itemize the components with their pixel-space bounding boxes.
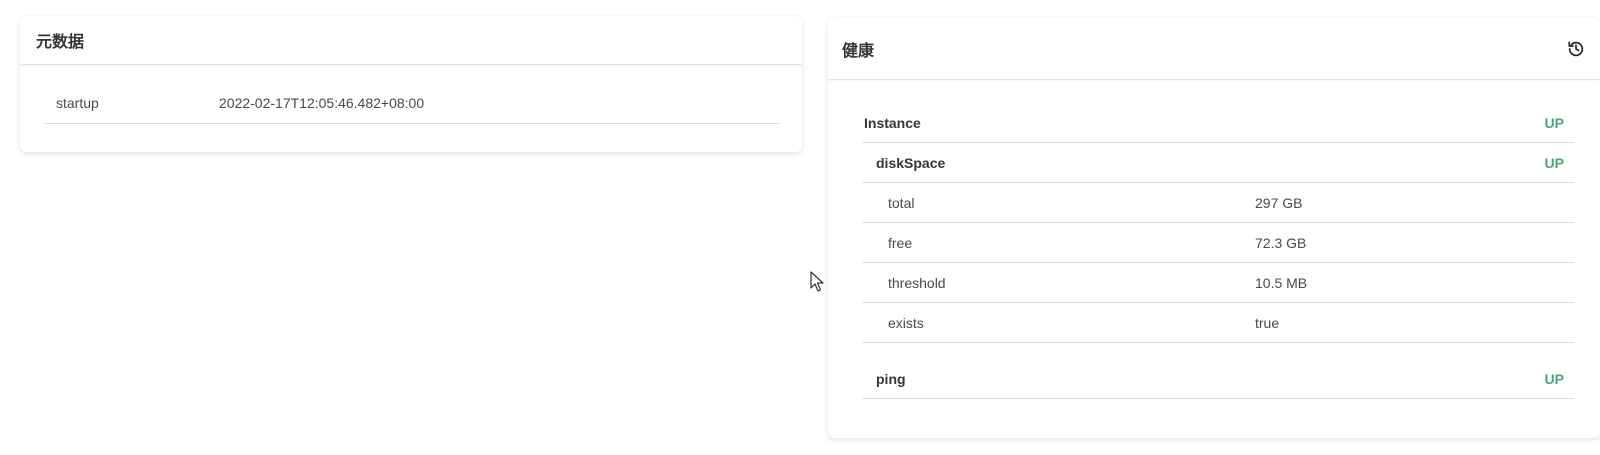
page: 元数据 startup 2022-02-17T12:05:46.482+08:0…	[0, 0, 1600, 455]
detail-row-total: total 297 GB	[862, 183, 1574, 223]
health-card: 健康 Instance UP diskSpace UP total 297 GB…	[828, 18, 1600, 438]
metadata-title: 元数据	[36, 34, 85, 51]
detail-key: threshold	[888, 274, 946, 291]
mouse-cursor-icon	[810, 271, 824, 292]
metadata-card-header: 元数据	[20, 16, 802, 65]
detail-row-exists: exists true	[862, 303, 1574, 343]
health-card-header: 健康	[828, 18, 1600, 80]
detail-value: 72.3 GB	[1255, 234, 1307, 251]
ping-row: ping UP	[862, 343, 1574, 399]
detail-row-threshold: threshold 10.5 MB	[862, 263, 1574, 303]
ping-status: UP	[1544, 370, 1564, 387]
health-instance-row: Instance UP	[862, 103, 1574, 143]
metadata-row: startup 2022-02-17T12:05:46.482+08:00	[44, 85, 780, 124]
health-body: Instance UP diskSpace UP total 297 GB fr…	[862, 103, 1574, 399]
detail-value: 10.5 MB	[1255, 274, 1308, 291]
detail-row-free: free 72.3 GB	[862, 223, 1574, 263]
health-title: 健康	[842, 42, 875, 60]
diskspace-status: UP	[1544, 154, 1564, 171]
history-icon[interactable]	[1566, 39, 1586, 59]
ping-label: ping	[876, 370, 906, 387]
detail-value: true	[1255, 314, 1280, 331]
metadata-table: startup 2022-02-17T12:05:46.482+08:00	[44, 85, 780, 124]
metadata-card: 元数据 startup 2022-02-17T12:05:46.482+08:0…	[20, 16, 802, 152]
detail-key: free	[888, 234, 913, 251]
diskspace-block: diskSpace UP total 297 GB free 72.3 GB t…	[862, 143, 1574, 343]
metadata-key: startup	[56, 95, 99, 111]
detail-value: 297 GB	[1255, 194, 1303, 211]
instance-label: Instance	[864, 114, 921, 131]
detail-key: exists	[888, 314, 924, 331]
metadata-value: 2022-02-17T12:05:46.482+08:00	[219, 95, 425, 111]
diskspace-label: diskSpace	[876, 154, 946, 171]
instance-status: UP	[1544, 114, 1564, 131]
diskspace-row: diskSpace UP	[862, 143, 1574, 183]
detail-key: total	[888, 194, 915, 211]
